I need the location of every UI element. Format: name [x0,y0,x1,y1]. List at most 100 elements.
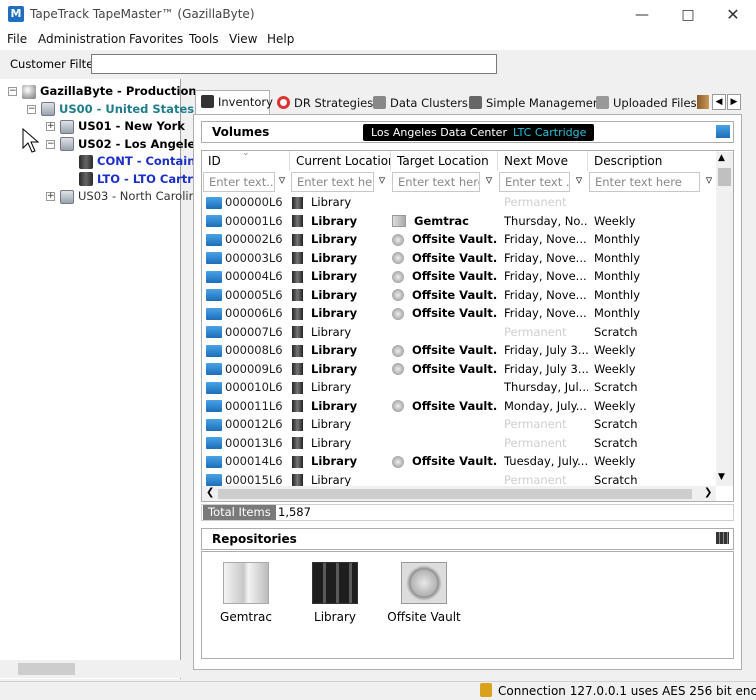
sort-indicator-icon: ⌄ [242,150,250,158]
cell-current-location: Library [311,380,352,394]
customer-filter-input[interactable] [91,54,497,74]
filter-current-location-input[interactable]: Enter text he... [291,172,374,192]
cell-description: Weekly [594,454,636,468]
filter-target-location-funnel-icon[interactable]: ▿ [481,172,497,192]
table-row[interactable]: 000004L6 Library Offsite Vault... Friday, N… [202,267,718,286]
tree-node-label: US02 - Los Angeles [78,136,203,151]
repository-gemtrac[interactable]: Gemtrac [206,562,286,624]
tree-node[interactable]: US02 - Los Angeles [60,136,202,152]
scroll-right-icon[interactable]: ❯ [704,487,712,498]
tree-node[interactable]: US01 - New York [60,118,185,134]
tape-icon [206,437,222,449]
cell-target-location: Gemtrac [414,213,469,228]
filter-id-funnel-icon[interactable]: ▿ [274,172,290,192]
table-row[interactable]: 000009L6 Library Offsite Vault... Friday, J… [202,360,718,379]
library-icon [79,154,93,169]
tab-label: Inventory [218,95,273,109]
grid-vertical-thumb[interactable] [718,168,731,186]
tab-scroll-left-button[interactable]: ◀ [712,94,726,110]
tab-label: Uploaded Files [613,96,697,110]
tree-expander-icon[interactable]: − [46,139,55,149]
tree-node[interactable]: GazillaByte - Production [22,83,197,99]
cell-next-move: Permanent [504,417,567,431]
minimize-button[interactable]: — [619,0,665,30]
cell-id: 000013L6 [225,435,283,450]
tab-scroll-right-button[interactable]: ▶ [727,94,741,110]
tree-node[interactable]: US00 - United States [41,101,194,117]
repository-library[interactable]: Library [295,562,375,624]
repository-label: Gemtrac [220,610,272,624]
close-button[interactable]: ✕ [710,0,756,30]
scroll-up-icon[interactable]: ▲ [718,153,725,163]
table-row[interactable]: 000005L6 Library Offsite Vault... Friday, N… [202,286,718,305]
tape-icon [206,252,222,264]
filter-description-input[interactable]: Enter text here [589,172,700,192]
table-row[interactable]: 000003L6 Library Offsite Vault... Friday, N… [202,249,718,268]
library-icon [292,289,303,301]
table-row[interactable]: 000002L6 Library Offsite Vault... Friday, N… [202,230,718,249]
cell-id: 000002L6 [225,232,283,246]
tree-node[interactable]: US03 - North Carolina [60,188,203,204]
table-row[interactable]: 000006L6 Library Offsite Vault... Friday, N… [202,304,718,323]
library-icon [292,381,303,394]
menu-file[interactable]: File [7,32,27,46]
table-row[interactable]: 000014L6 Library Offsite Vault... Tuesday, … [202,452,718,471]
table-row[interactable]: 000011L6 Library Offsite Vault... Monday, J… [202,397,718,416]
tree-expander-icon[interactable]: + [46,122,55,131]
filter-description-funnel-icon[interactable]: ▿ [701,172,717,192]
cell-description: Monthly [594,287,641,302]
tab-dr-strategies[interactable]: DR Strategies [272,92,373,114]
menu-tools[interactable]: Tools [189,32,219,46]
table-row[interactable]: 000000L6 Library Permanent [202,193,718,212]
cell-next-move: Permanent [504,472,567,487]
grid-vertical-scrollbar[interactable] [716,152,733,486]
menu-favorites[interactable]: Favorites [129,32,183,46]
cell-current-location: Library [311,324,352,339]
filter-next-move-funnel-icon[interactable]: ▿ [571,172,587,192]
table-row[interactable]: 000010L6 Library Thursday, Jul... Scratch [202,378,718,397]
filter-id-input[interactable]: Enter text... [203,172,275,192]
vault-icon [392,252,404,264]
menu-administration[interactable]: Administration [38,32,126,46]
tree-expander-icon[interactable]: − [27,104,36,114]
scroll-down-icon[interactable]: ▼ [718,472,725,482]
tab-inventory[interactable]: Inventory [195,90,273,114]
tree-scroll-thumb[interactable] [18,663,75,675]
column-header-current-location[interactable]: Current Location [290,151,391,171]
tab-label: DR Strategies [294,96,374,110]
column-header-next-move[interactable]: Next Move [498,151,588,171]
cell-next-move: Tuesday, July... [504,454,588,468]
table-row[interactable]: 000001L6 Library Gemtrac Thursday, No... Wee… [202,212,718,231]
tab-label: Simple Management [486,96,605,110]
repository-offsite-vault[interactable]: Offsite Vault [384,562,464,624]
tab-uploaded-files[interactable]: Uploaded Files [591,92,697,114]
tab-data-clusters[interactable]: Data Clusters [368,92,468,114]
column-header-target-location[interactable]: Target Location [391,151,498,171]
cell-target-location: Offsite Vault... [412,269,498,283]
vault-icon [392,307,404,320]
table-row[interactable]: 000008L6 Library Offsite Vault... Friday, J… [202,341,718,360]
tree-node[interactable]: CONT - Container [79,153,209,169]
tree-expander-icon[interactable]: − [8,87,17,96]
library-icon [292,270,303,283]
filter-target-location-input[interactable]: Enter text here [392,172,480,192]
tree-expander-icon[interactable]: + [46,192,55,201]
cell-id: 000007L6 [225,324,283,339]
vault-icon [392,289,404,301]
menu-help[interactable]: Help [267,32,294,46]
cell-target-location: Offsite Vault... [412,250,498,265]
maximize-button[interactable]: □ [665,0,711,30]
filter-next-move-input[interactable]: Enter text ... [499,172,570,192]
scroll-left-icon[interactable]: ❮ [206,487,214,498]
table-row[interactable]: 000012L6 Library Permanent Scratch [202,415,718,434]
filter-current-location-funnel-icon[interactable]: ▿ [374,172,390,192]
table-row[interactable]: 000007L6 Library Permanent Scratch [202,323,718,342]
cell-description: Scratch [594,380,638,394]
column-header-description[interactable]: Description [588,151,718,171]
menu-view[interactable]: View [229,32,257,46]
tab-simple-management[interactable]: Simple Management [464,92,605,114]
grid-horizontal-thumb[interactable] [218,489,692,499]
cell-target-location: Offsite Vault... [412,232,498,246]
table-row[interactable]: 000013L6 Library Permanent Scratch [202,434,718,453]
tape-icon [206,215,222,227]
